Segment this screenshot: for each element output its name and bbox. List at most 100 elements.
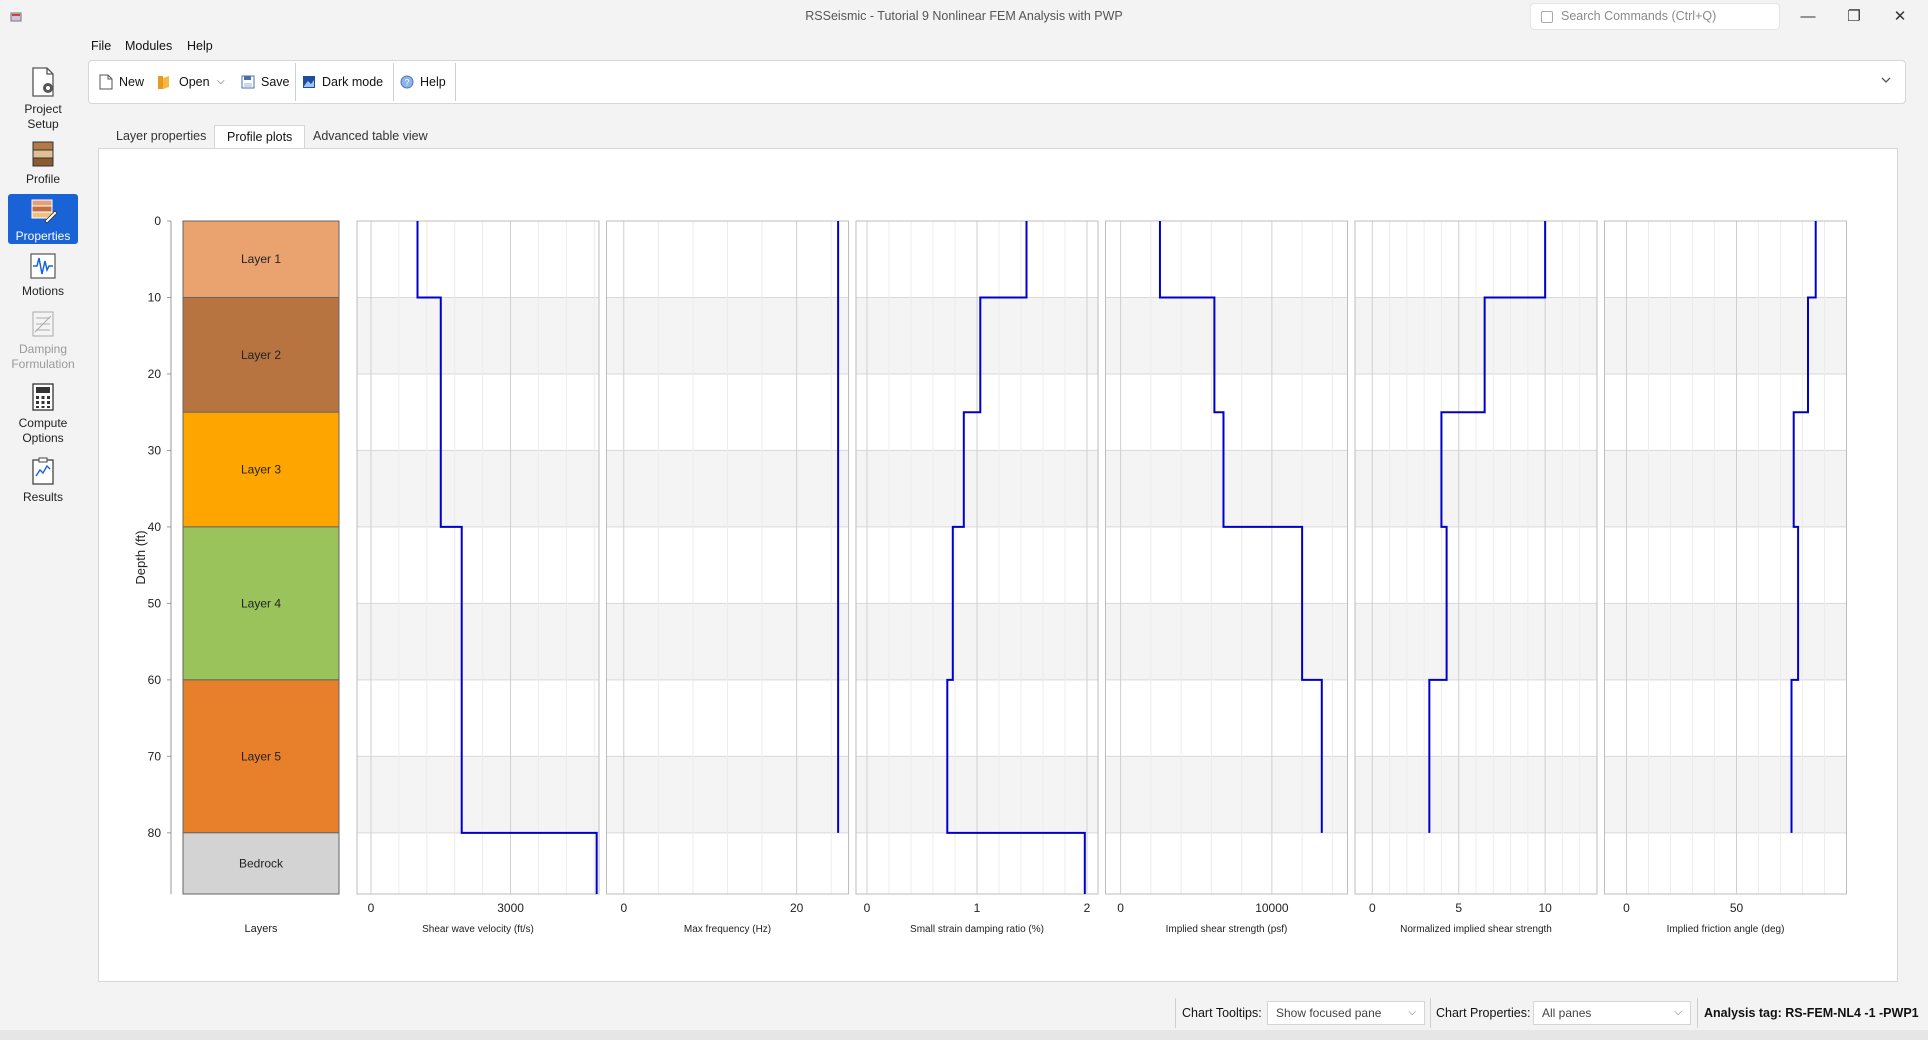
sidebar-label: Setup [27, 117, 59, 131]
project-setup-icon [32, 67, 54, 97]
depth-tick-label: 20 [148, 367, 162, 381]
save-button-label: Save [261, 75, 290, 89]
open-button-label: Open [179, 75, 210, 89]
layer-label: Layer 1 [241, 252, 281, 266]
pane-band [1604, 756, 1847, 833]
toolbar-expand-chevron-icon[interactable] [1879, 73, 1893, 87]
pane-tick-label: 0 [1117, 901, 1124, 915]
sidebar-label: Compute [18, 416, 68, 430]
sidebar-label: Formulation [11, 357, 75, 371]
layer-label: Layer 4 [241, 596, 281, 610]
depth-tick-label: 80 [148, 826, 162, 840]
pane-band [357, 450, 599, 527]
tab-profile-plots[interactable]: Profile plots [214, 125, 306, 149]
help-button-label: Help [420, 75, 446, 89]
depth-tick-label: 10 [148, 290, 162, 304]
depth-tick-label: 30 [148, 443, 162, 457]
chevron-down-icon[interactable]: ⌵ [217, 71, 225, 93]
pane-tick-label: 3000 [497, 901, 524, 915]
results-icon [32, 457, 54, 485]
menu-help[interactable]: Help [187, 39, 213, 53]
pane-band [1105, 450, 1348, 527]
pane-band [1604, 603, 1847, 680]
pane-axis-title: Shear wave velocity (ft/s) [422, 924, 534, 935]
pane-tick-label: 1 [974, 901, 981, 915]
chart-tooltips-label: Chart Tooltips: [1182, 1006, 1262, 1020]
dark-mode-label: Dark mode [322, 75, 384, 89]
close-button[interactable]: ✕ [1877, 0, 1923, 34]
save-button[interactable]: Save [241, 71, 291, 93]
pane-axis-title: Max frequency (Hz) [684, 924, 771, 935]
sidebar-item-project-setup[interactable]: Project Setup [8, 66, 78, 131]
pane-band [1604, 450, 1847, 527]
pane-axis-title: Implied shear strength (psf) [1166, 924, 1288, 935]
damping-icon [32, 311, 54, 337]
depth-tick-label: 70 [148, 749, 162, 763]
sidebar-item-results[interactable]: Results [8, 456, 78, 506]
sidebar-item-profile[interactable]: Profile [8, 140, 78, 188]
profile-chart[interactable]: 0 10 20 30 40 50 60 70 80 Depth (ft) Layer 1 Layer … [99, 149, 1897, 984]
open-button[interactable]: Open ⌵ [157, 71, 229, 93]
chart-properties-select[interactable]: All panes ⌵ [1533, 1001, 1691, 1025]
minimize-button[interactable]: — [1785, 0, 1831, 34]
sidebar-item-damping-formulation[interactable]: Damping Formulation [8, 310, 78, 374]
chart-tooltips-value: Show focused pane [1276, 1006, 1382, 1020]
sidebar-item-compute-options[interactable]: Compute Options [8, 382, 78, 445]
chevron-down-icon: ⌵ [1408, 1007, 1416, 1018]
layer-label: Layer 5 [241, 749, 281, 763]
toolbar: New Open ⌵ Save Dark mode ? Help [88, 60, 1906, 104]
layer-label: Bedrock [239, 856, 284, 870]
search-placeholder: Search Commands (Ctrl+Q) [1561, 9, 1717, 23]
tab-layer-properties[interactable]: Layer properties [104, 125, 218, 149]
layer-label: Layer 2 [241, 348, 281, 362]
sidebar-item-motions[interactable]: Motions [8, 252, 78, 302]
restore-button[interactable]: ❐ [1831, 0, 1877, 34]
sidebar-label: Results [22, 490, 63, 504]
depth-tick-label: 60 [148, 673, 162, 687]
sidebar-label: Properties [15, 229, 71, 243]
search-icon [1541, 11, 1553, 23]
module-sidebar: Project Setup Profile Properties Motions [0, 34, 86, 1040]
layers-axis-title: Layers [244, 923, 278, 935]
profile-icon [32, 141, 54, 167]
sidebar-item-properties[interactable]: Properties [8, 194, 78, 244]
bottom-strip [0, 1030, 1928, 1040]
search-commands-input[interactable]: Search Commands (Ctrl+Q) [1530, 3, 1780, 30]
properties-icon [31, 199, 57, 224]
status-separator [1175, 998, 1176, 1028]
status-bar: Chart Tooltips: Show focused pane ⌵ Char… [0, 996, 1928, 1030]
profile-chart-svg: 01020304050607080Depth (ft)Layer 1Layer … [133, 214, 1847, 935]
dark-mode-button[interactable]: Dark mode [302, 71, 388, 93]
calculator-icon [32, 383, 54, 411]
pane-tick-label: 20 [790, 901, 804, 915]
chart-properties-value: All panes [1542, 1006, 1592, 1020]
new-button[interactable]: New [99, 71, 149, 93]
pane-tick-label: 0 [1623, 901, 1630, 915]
pane-axis-title: Implied friction angle (deg) [1667, 924, 1785, 935]
pane-band [357, 756, 599, 833]
toolbar-separator [393, 63, 394, 101]
pane-tick-label: 0 [1369, 901, 1376, 915]
help-button[interactable]: ? Help [400, 71, 452, 93]
save-icon [241, 75, 255, 89]
new-file-icon [99, 74, 113, 90]
chevron-down-icon: ⌵ [1674, 1007, 1682, 1018]
pane-tick-label: 2 [1084, 901, 1091, 915]
sidebar-label: Motions [21, 284, 65, 298]
depth-tick-label: 50 [148, 596, 162, 610]
title-bar: RSSeismic - Tutorial 9 Nonlinear FEM Ana… [0, 0, 1928, 34]
menu-modules[interactable]: Modules [125, 39, 172, 53]
sidebar-label: Options [22, 431, 64, 445]
chart-tooltips-select[interactable]: Show focused pane ⌵ [1267, 1001, 1425, 1025]
menu-file[interactable]: File [91, 39, 111, 53]
status-separator [1697, 998, 1698, 1028]
depth-axis-title: Depth (ft) [133, 530, 148, 584]
analysis-tag: Analysis tag: RS-FEM-NL4 -1 -PWP1 [1704, 1006, 1919, 1020]
pane-band [357, 603, 599, 680]
dark-mode-icon [303, 76, 315, 88]
svg-text:?: ? [404, 78, 409, 88]
sidebar-label: Profile [25, 172, 60, 186]
pane-tick-label: 0 [368, 901, 375, 915]
tab-advanced-table-view[interactable]: Advanced table view [301, 125, 440, 149]
new-button-label: New [119, 75, 145, 89]
